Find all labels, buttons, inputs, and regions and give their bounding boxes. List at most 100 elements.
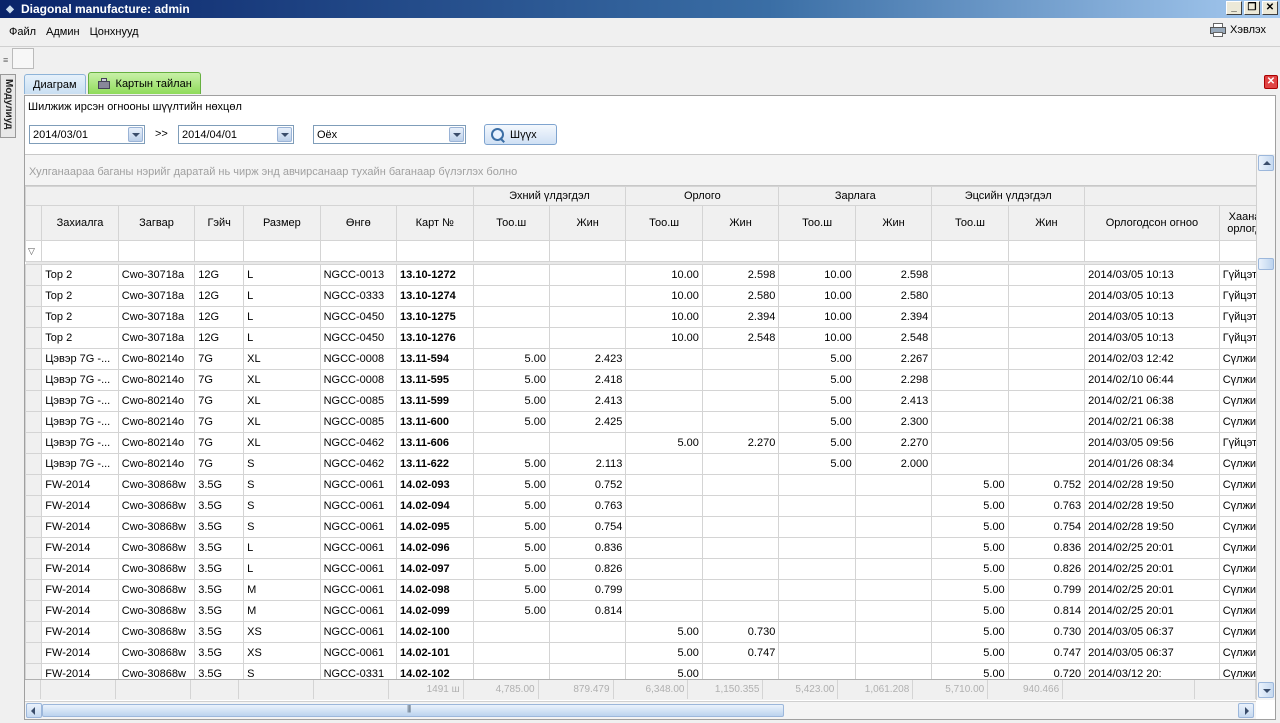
table-row[interactable]: Top 2 Cwo-30718a 12G L NGCC-0450 13.10-1275 10… [25,306,1256,328]
date-from-picker[interactable]: 2014/03/01 [29,125,145,144]
row-selector[interactable] [25,306,43,328]
close-tab-icon[interactable]: ✕ [1264,75,1278,89]
row-selector[interactable] [25,327,43,349]
filter-icon[interactable]: ▽ [27,246,35,256]
table-row[interactable]: Цэвэр 7G -... Cwo-80214o 7G S NGCC-0462 13.11… [25,453,1256,475]
filter-cell[interactable] [194,240,245,262]
table-row[interactable]: Цэвэр 7G -... Cwo-80214o 7G XL NGCC-0085 13.1… [25,390,1256,412]
row-selector[interactable] [25,348,43,370]
column-header[interactable]: Карт № [396,205,474,241]
toolbar-grip-icon[interactable]: ≡ [3,55,8,65]
row-selector[interactable] [25,495,43,517]
horizontal-scrollbar[interactable] [25,701,1256,719]
column-header[interactable]: Тоо.ш [472,205,550,241]
column-header[interactable]: Загвар [117,205,196,241]
date-to-picker[interactable]: 2014/04/01 [178,125,294,144]
scroll-left-icon[interactable] [26,703,42,718]
table-row[interactable]: FW-2014 Cwo-30868w 3.5G XS NGCC-0061 14.02-10… [25,642,1256,664]
column-header[interactable]: Тоо.ш [931,205,1009,241]
row-selector[interactable] [25,621,43,643]
tab-diagram[interactable]: Диаграм [24,74,86,94]
vertical-scrollbar[interactable] [1256,154,1275,700]
table-row[interactable]: Top 2 Cwo-30718a 12G L NGCC-0450 13.10-1276 10… [25,327,1256,349]
filter-cell[interactable] [625,240,703,262]
operation-select[interactable]: Оёх [313,125,466,144]
band-closing-balance[interactable]: Эцсийн үлдэгдэл [931,186,1086,206]
table-row[interactable]: Top 2 Cwo-30718a 12G L NGCC-0013 13.10-1272 10… [25,264,1256,286]
row-selector[interactable] [25,390,43,412]
menu-file[interactable]: Файл [4,26,41,38]
column-header[interactable]: Тоо.ш [778,205,856,241]
table-row[interactable]: FW-2014 Cwo-30868w 3.5G L NGCC-0061 14.02-097… [25,558,1256,580]
filter-cell[interactable] [117,240,196,262]
column-header[interactable]: Жин [548,205,627,241]
column-header[interactable]: Размер [243,205,321,241]
row-selector[interactable] [25,411,43,433]
table-row[interactable]: Цэвэр 7G -... Cwo-80214o 7G XL NGCC-0008 13.1… [25,348,1256,370]
chevron-down-icon[interactable] [277,127,292,142]
toolbar-slot[interactable] [12,48,34,69]
row-selector[interactable] [25,600,43,622]
tab-card-report[interactable]: Картын тайлан [87,72,201,94]
table-row[interactable]: Цэвэр 7G -... Cwo-80214o 7G XL NGCC-0085 13.1… [25,411,1256,433]
row-selector[interactable] [25,474,43,496]
table-row[interactable]: FW-2014 Cwo-30868w 3.5G S NGCC-0061 14.02-094… [25,495,1256,517]
filter-cell[interactable] [1218,240,1256,262]
table-row[interactable]: FW-2014 Cwo-30868w 3.5G M NGCC-0061 14.02-098… [25,579,1256,601]
table-row[interactable]: FW-2014 Cwo-30868w 3.5G L NGCC-0061 14.02-096… [25,537,1256,559]
vertical-scroll-thumb[interactable] [1258,258,1274,270]
column-header[interactable]: Орлогодсон огноо [1084,205,1220,241]
scroll-down-icon[interactable] [1258,682,1274,698]
row-selector[interactable] [25,642,43,664]
band-opening-balance[interactable]: Эхний үлдэгдэл [472,186,627,206]
column-header[interactable]: Өнгө [319,205,398,241]
table-row[interactable]: Цэвэр 7G -... Cwo-80214o 7G XL NGCC-0008 13.1… [25,369,1256,391]
menu-windows[interactable]: Цонхнууд [85,26,144,38]
table-row[interactable]: FW-2014 Cwo-30868w 3.5G XS NGCC-0061 14.02-10… [25,621,1256,643]
row-selector[interactable] [25,579,43,601]
filter-cell[interactable] [319,240,398,262]
filter-cell[interactable] [778,240,856,262]
column-header[interactable]: Жин [701,205,780,241]
filter-cell[interactable] [548,240,627,262]
menu-admin[interactable]: Админ [41,26,85,38]
table-row[interactable]: FW-2014 Cwo-30868w 3.5G S NGCC-0061 14.02-095… [25,516,1256,538]
filter-cell[interactable] [1084,240,1220,262]
minimize-button[interactable]: _ [1226,1,1242,15]
table-row[interactable]: FW-2014 Cwo-30868w 3.5G M NGCC-0061 14.02-099… [25,600,1256,622]
table-row[interactable]: Цэвэр 7G -... Cwo-80214o 7G XL NGCC-0462 13.1… [25,432,1256,454]
band-expense[interactable]: Зарлага [778,186,933,206]
row-selector[interactable] [25,369,43,391]
close-button[interactable]: ✕ [1262,1,1278,15]
maximize-button[interactable]: ❐ [1244,1,1260,15]
scroll-right-icon[interactable] [1238,703,1254,718]
row-selector[interactable] [25,453,43,475]
filter-cell[interactable] [396,240,474,262]
row-selector[interactable] [25,537,43,559]
column-header[interactable]: Жин [854,205,933,241]
filter-cell[interactable] [41,240,119,262]
chevron-down-icon[interactable] [128,127,143,142]
column-header[interactable]: Захиалга [41,205,119,241]
row-selector[interactable] [25,558,43,580]
print-button[interactable]: Хэвлэх [1210,23,1266,37]
table-row[interactable]: Top 2 Cwo-30718a 12G L NGCC-0333 13.10-1274 10… [25,285,1256,307]
row-selector[interactable] [25,264,43,286]
column-header[interactable]: Жин [1007,205,1086,241]
chevron-down-icon[interactable] [449,127,464,142]
row-selector[interactable] [25,432,43,454]
horizontal-scroll-thumb[interactable] [42,704,784,717]
band-income[interactable]: Орлого [625,186,780,206]
filter-cell[interactable] [472,240,550,262]
scroll-up-icon[interactable] [1258,155,1274,171]
filter-cell[interactable] [243,240,321,262]
column-header[interactable]: Хаанаас орлогдсо [1218,205,1256,241]
table-row[interactable]: FW-2014 Cwo-30868w 3.5G S NGCC-0061 14.02-093… [25,474,1256,496]
row-selector[interactable] [25,516,43,538]
filter-cell[interactable] [931,240,1009,262]
column-header[interactable]: Гэйч [194,205,245,241]
group-by-panel[interactable]: Хулганаараа баганы нэрийг даратай нь чир… [25,154,1256,186]
row-selector[interactable] [25,285,43,307]
filter-cell[interactable] [854,240,933,262]
filter-cell[interactable] [1007,240,1086,262]
